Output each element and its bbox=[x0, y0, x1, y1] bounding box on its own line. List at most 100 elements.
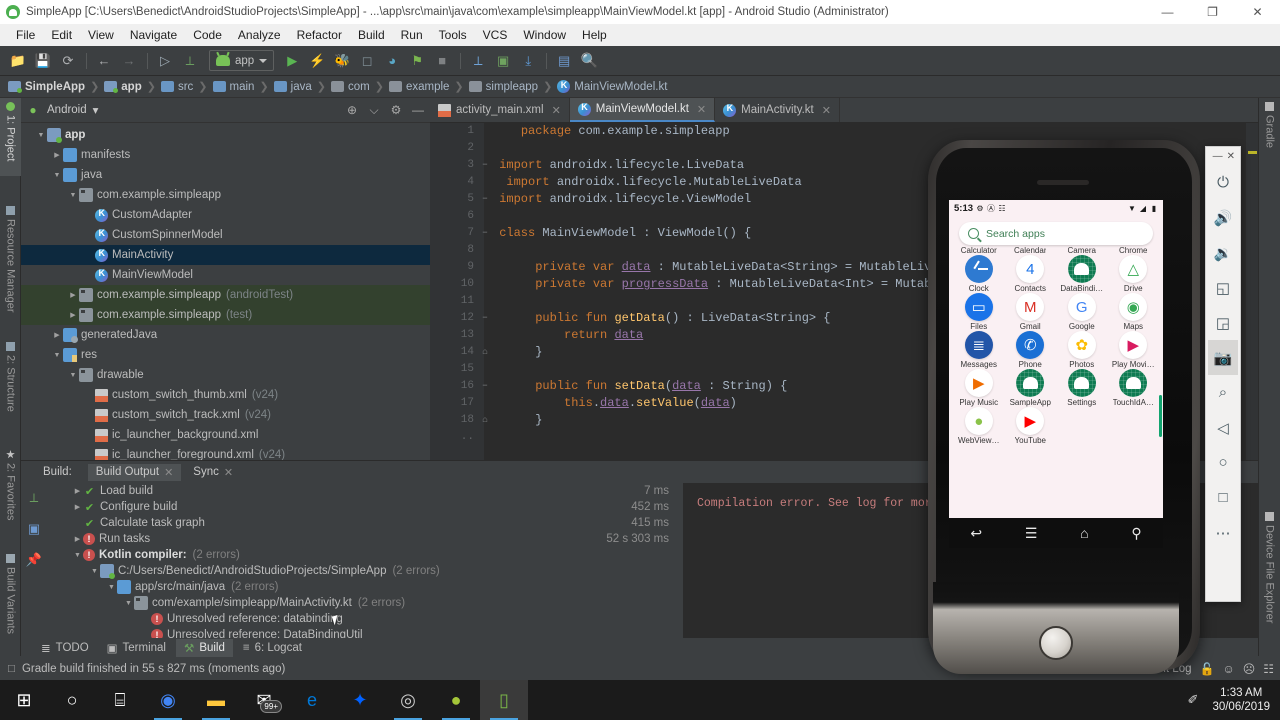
profile-icon[interactable]: ◕ bbox=[380, 49, 404, 73]
build-row[interactable]: ▼ app/src/main/java (2 errors) bbox=[47, 579, 677, 595]
sidebar-item-device-file-explorer[interactable]: Device File Explorer bbox=[1259, 508, 1280, 648]
tree-item-mainactivity[interactable]: MainActivity bbox=[21, 245, 430, 265]
chrome-taskbar-icon[interactable]: ◉ bbox=[144, 680, 192, 720]
attach-debugger-icon[interactable]: ◻ bbox=[355, 49, 379, 73]
menu-item-run[interactable]: Run bbox=[393, 26, 431, 44]
tab-activity-main-xml[interactable]: activity_main.xml ✕ bbox=[430, 98, 570, 122]
back-icon[interactable]: ↩ bbox=[970, 525, 982, 542]
close-icon[interactable]: ✕ bbox=[697, 103, 706, 116]
code-fold-toggle[interactable]: − bbox=[478, 191, 492, 208]
breadcrumb-item-com[interactable]: com bbox=[331, 81, 370, 93]
app-drawer-scrollbar[interactable] bbox=[1159, 395, 1162, 437]
more-options-icon[interactable]: ⋯ bbox=[1208, 515, 1238, 550]
tab-mainactivity-kt[interactable]: MainActivity.kt ✕ bbox=[715, 98, 840, 122]
app-icon-calculator[interactable]: Calculator bbox=[953, 245, 1005, 255]
breadcrumb-item-app[interactable]: app bbox=[104, 81, 141, 93]
task-view-icon[interactable]: ⌸ bbox=[96, 680, 144, 720]
chevron-down-icon[interactable]: ▼ bbox=[51, 172, 63, 179]
build-row[interactable]: ! Unresolved reference: databinding bbox=[47, 611, 677, 627]
chevron-right-icon[interactable]: ▶ bbox=[72, 503, 83, 511]
tab-mainviewmodel-kt[interactable]: MainViewModel.kt✕ bbox=[570, 98, 715, 122]
stop-icon[interactable]: ■ bbox=[430, 49, 454, 73]
open-project-icon[interactable]: 📁 bbox=[6, 49, 30, 73]
build-row[interactable]: ▼ com/example/simpleapp/MainActivity.kt (2… bbox=[47, 595, 677, 611]
build-row[interactable]: ▶! Run tasks 52 s 303 ms bbox=[47, 531, 677, 547]
settings-gear-icon[interactable]: ⚙ bbox=[388, 102, 404, 118]
mail-taskbar-icon[interactable]: ✉99+ bbox=[240, 680, 288, 720]
run-with-coverage-icon[interactable]: ⚑ bbox=[405, 49, 429, 73]
restart-icon[interactable]: ▣ bbox=[25, 520, 43, 538]
sidebar-item-project[interactable]: 1: Project bbox=[0, 98, 21, 176]
search-apps-input[interactable]: Search apps bbox=[959, 222, 1153, 245]
tab-build[interactable]: ⚒ Build bbox=[176, 639, 233, 657]
close-button[interactable]: ✕ bbox=[1227, 151, 1235, 162]
tree-item-drawable[interactable]: ▼ drawable bbox=[21, 365, 430, 385]
emulator-taskbar-icon[interactable]: ▯ bbox=[480, 680, 528, 720]
menu-icon[interactable]: ☰ bbox=[1025, 525, 1038, 542]
chevron-down-icon[interactable]: ▼ bbox=[51, 352, 63, 359]
menu-item-build[interactable]: Build bbox=[350, 26, 393, 44]
home-icon[interactable]: ⌂ bbox=[1080, 525, 1088, 541]
back-icon[interactable]: ← bbox=[92, 49, 116, 73]
file-explorer-taskbar-icon[interactable]: ▬ bbox=[192, 680, 240, 720]
run-icon[interactable]: ▶ bbox=[280, 49, 304, 73]
search-everywhere-icon[interactable]: 🔍 bbox=[577, 49, 601, 73]
android-studio-taskbar-icon[interactable]: ● bbox=[432, 680, 480, 720]
code-folding-gutter[interactable]: − − − − ⌂ − ⌂ bbox=[478, 123, 492, 460]
sync-project-icon[interactable]: ⟳ bbox=[56, 49, 80, 73]
hide-panel-icon[interactable]: — bbox=[410, 102, 426, 118]
avd-manager-icon[interactable]: ▷ bbox=[153, 49, 177, 73]
tree-item-generatedjava[interactable]: ▶ generatedJava bbox=[21, 325, 430, 345]
code-fold-toggle[interactable]: − bbox=[478, 225, 492, 242]
tree-item-custom-switch-thumb-xml[interactable]: custom_switch_thumb.xml (v24) bbox=[21, 385, 430, 405]
tree-item-ic-launcher-background-xml[interactable]: ic_launcher_background.xml bbox=[21, 425, 430, 445]
app-icon-gmail[interactable]: M Gmail bbox=[1005, 293, 1057, 331]
app-icon-settings[interactable]: Settings bbox=[1056, 369, 1108, 407]
menu-item-vcs[interactable]: VCS bbox=[475, 26, 516, 44]
app-icon-camera[interactable]: Camera bbox=[1056, 245, 1108, 255]
rotate-right-icon[interactable]: ◲ bbox=[1208, 305, 1238, 340]
collapse-all-icon[interactable]: ⌵ bbox=[366, 102, 382, 118]
dropbox-taskbar-icon[interactable]: ✦ bbox=[336, 680, 384, 720]
breadcrumb-item-main[interactable]: main bbox=[213, 81, 255, 93]
chevron-right-icon[interactable]: ▶ bbox=[67, 311, 79, 319]
close-button[interactable]: ✕ bbox=[1235, 0, 1280, 24]
code-fold-toggle[interactable]: − bbox=[478, 378, 492, 395]
menu-item-file[interactable]: File bbox=[8, 26, 43, 44]
sidebar-item-build-variants[interactable]: Build Variants bbox=[0, 550, 21, 656]
tab-build-output[interactable]: Build Output ✕ bbox=[88, 464, 182, 481]
breadcrumb-item-simpleapp[interactable]: SimpleApp bbox=[8, 81, 85, 93]
build-row[interactable]: ▶ ✔ Load build 7 ms bbox=[47, 483, 677, 499]
chevron-right-icon[interactable]: ▶ bbox=[67, 291, 79, 299]
app-icon-play-music[interactable]: ▶ Play Music bbox=[953, 369, 1005, 407]
menu-item-window[interactable]: Window bbox=[515, 26, 574, 44]
chevron-right-icon[interactable]: ▶ bbox=[51, 151, 63, 159]
menu-item-edit[interactable]: Edit bbox=[43, 26, 80, 44]
pin-tab-icon[interactable]: 📌 bbox=[25, 551, 43, 569]
app-icon-messages[interactable]: ≣ Messages bbox=[953, 331, 1005, 369]
memory-indicator-icon[interactable]: ☷ bbox=[1263, 662, 1274, 676]
app-icon-calendar[interactable]: Calendar bbox=[1005, 245, 1057, 255]
error-stripe-marker[interactable] bbox=[1246, 123, 1258, 460]
app-icon-drive[interactable]: △ Drive bbox=[1108, 255, 1160, 293]
apply-changes-icon[interactable]: ⚡ bbox=[305, 49, 329, 73]
close-icon[interactable]: ✕ bbox=[164, 466, 173, 479]
breadcrumb-item-java[interactable]: java bbox=[274, 81, 312, 93]
tab-6-logcat[interactable]: ≡ 6: Logcat bbox=[235, 640, 310, 656]
menu-item-navigate[interactable]: Navigate bbox=[122, 26, 185, 44]
tree-item-java[interactable]: ▼ java bbox=[21, 165, 430, 185]
overview-square-icon[interactable]: □ bbox=[1208, 480, 1238, 515]
project-view-selector[interactable]: Android bbox=[47, 104, 87, 116]
breadcrumb-item-simpleapp[interactable]: simpleapp bbox=[469, 81, 538, 93]
app-icon-google[interactable]: G Google bbox=[1056, 293, 1108, 331]
chevron-down-icon[interactable]: ▼ bbox=[35, 132, 47, 139]
app-icon-files[interactable]: ▭ Files bbox=[953, 293, 1005, 331]
android-emulator-window[interactable]: 5:13 ⚙ Ⓐ ☷ ▼ ◢ ▮ Search apps Calculator C… bbox=[920, 140, 1205, 680]
app-icon-photos[interactable]: ✿ Photos bbox=[1056, 331, 1108, 369]
tree-item-ic-launcher-foreground-xml[interactable]: ic_launcher_foreground.xml (v24) bbox=[21, 445, 430, 460]
menu-item-refactor[interactable]: Refactor bbox=[289, 26, 350, 44]
zoom-icon[interactable]: ⌕ bbox=[1208, 375, 1238, 410]
close-icon[interactable]: ✕ bbox=[224, 466, 233, 479]
tree-item-com-example-simpleapp[interactable]: ▶ com.example.simpleapp (test) bbox=[21, 305, 430, 325]
menu-item-help[interactable]: Help bbox=[574, 26, 615, 44]
